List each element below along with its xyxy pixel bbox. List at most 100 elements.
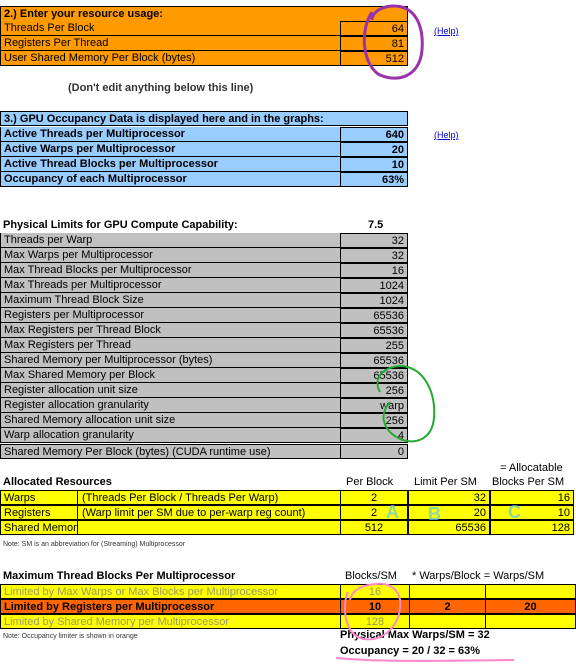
occupancy-header-row: 3.) GPU Occupancy Data is displayed here… xyxy=(0,111,408,126)
limit-row: Shared Memory per Multiprocessor (bytes)… xyxy=(0,353,408,368)
limit-label: Shared Memory per Multiprocessor (bytes) xyxy=(0,353,340,368)
limit-label: Max Registers per Thread Block xyxy=(0,323,340,338)
allocated-row: Warps (Threads Per Block / Threads Per Wa… xyxy=(0,490,576,505)
occupancy-value: 640 xyxy=(340,127,408,142)
maxblocks-warps-sm xyxy=(485,614,576,629)
limit-value: 1024 xyxy=(340,278,408,293)
limit-value: 32 xyxy=(340,233,408,248)
allocated-name: Warps xyxy=(0,490,78,505)
cuda-runtime-row: Shared Memory Per Block (bytes) (CUDA ru… xyxy=(0,444,408,459)
limit-row: Max Registers per Thread 255 xyxy=(0,338,408,353)
allocated-desc: (Threads Per Block / Threads Per Warp) xyxy=(78,490,340,505)
maxblocks-label: Limited by Max Warps or Max Blocks per M… xyxy=(0,584,341,599)
limit-value: warp xyxy=(340,398,408,413)
maxblocks-blocks: 128 xyxy=(340,614,410,629)
limit-row: Max Registers per Thread Block 65536 xyxy=(0,323,408,338)
allocatable-note: = Allocatable xyxy=(500,462,563,474)
limit-value: 256 xyxy=(340,383,408,398)
maxblocks-header-row: Maximum Thread Blocks Per Multiprocessor… xyxy=(0,569,576,584)
col-blocks-sm: Blocks/SM xyxy=(345,570,397,582)
allocated-blocks: 16 xyxy=(490,490,574,505)
allocated-row: Shared Memory (Bytes) 51265536128 xyxy=(0,520,576,535)
maxblocks-warps-sm xyxy=(485,584,576,599)
limit-value: 65536 xyxy=(340,353,408,368)
input-value-field[interactable]: 512 xyxy=(340,51,408,66)
occupancy-header: 3.) GPU Occupancy Data is displayed here… xyxy=(0,111,408,126)
limit-value: 256 xyxy=(340,413,408,428)
limit-row: Max Threads per Multiprocessor 1024 xyxy=(0,278,408,293)
limit-label: Shared Memory allocation unit size xyxy=(0,413,340,428)
input-label: Registers Per Thread xyxy=(0,36,340,51)
col-per-block: Per Block xyxy=(346,476,394,488)
limit-row: Register allocation unit size 256 xyxy=(0,383,408,398)
maxblocks-warps-sm: 20 xyxy=(485,599,576,614)
limit-value: 16 xyxy=(340,263,408,278)
cuda-runtime-value: 0 xyxy=(340,444,408,459)
limit-label: Max Warps per Multiprocessor xyxy=(0,248,340,263)
maxblocks-label: Limited by Shared Memory per Multiproces… xyxy=(0,614,341,629)
input-row: Threads Per Block 64 xyxy=(0,21,408,36)
occupancy-limiter-footnote: Note: Occupancy limiter is shown in oran… xyxy=(3,633,138,640)
limit-value: 32 xyxy=(340,248,408,263)
input-help-link[interactable]: (Help) xyxy=(434,26,459,36)
limit-label: Register allocation granularity xyxy=(0,398,340,413)
limit-row: Max Warps per Multiprocessor 32 xyxy=(0,248,408,263)
occupancy-value: 10 xyxy=(340,157,408,172)
limit-label: Max Threads per Multiprocessor xyxy=(0,278,340,293)
allocated-limit: 65536 xyxy=(408,520,490,535)
allocated-name: Shared Memory (Bytes) xyxy=(0,520,78,535)
occupancy-row: Occupancy of each Multiprocessor 63% xyxy=(0,172,408,187)
limit-row: Max Shared Memory per Block 65536 xyxy=(0,368,408,383)
col-limit-per-sm: Limit Per SM xyxy=(414,476,477,488)
input-label: Threads Per Block xyxy=(0,21,340,36)
input-value-field[interactable]: 81 xyxy=(340,36,408,51)
input-value-field[interactable]: 64 xyxy=(340,21,408,36)
limits-header-row: Physical Limits for GPU Compute Capabili… xyxy=(0,218,408,233)
maxblocks-label: Limited by Registers per Multiprocessor xyxy=(0,599,341,614)
limit-label: Maximum Thread Block Size xyxy=(0,293,340,308)
maxblocks-row: Limited by Shared Memory per Multiproces… xyxy=(0,614,576,629)
limit-label: Register allocation unit size xyxy=(0,383,340,398)
input-label: User Shared Memory Per Block (bytes) xyxy=(0,51,340,66)
limit-value: 65536 xyxy=(340,323,408,338)
occupancy-label: Active Thread Blocks per Multiprocessor xyxy=(0,157,340,172)
limit-label: Max Shared Memory per Block xyxy=(0,368,340,383)
limit-row: Threads per Warp 32 xyxy=(0,233,408,248)
limit-value: 4 xyxy=(340,428,408,443)
occupancy-row: Active Warps per Multiprocessor 20 xyxy=(0,142,408,157)
limit-row: Warp allocation granularity 4 xyxy=(0,428,408,443)
pink-underline-annotation xyxy=(335,657,515,662)
input-header: 2.) Enter your resource usage: xyxy=(0,6,408,21)
limit-value: 1024 xyxy=(340,293,408,308)
maxblocks-blocks: 10 xyxy=(340,599,410,614)
col-warps-formula: * Warps/Block = Warps/SM xyxy=(412,570,545,582)
limit-value: 65536 xyxy=(340,368,408,383)
maxblocks-blocks: 16 xyxy=(340,584,410,599)
limit-value: 255 xyxy=(340,338,408,353)
col-blocks-per-sm: Blocks Per SM xyxy=(492,476,565,488)
limiter-row: Limited by Registers per Multiprocessor 1… xyxy=(0,599,576,614)
allocated-header: Allocated Resources xyxy=(3,476,112,488)
allocated-blocks: 10 xyxy=(490,505,574,520)
input-header-row: 2.) Enter your resource usage: xyxy=(0,6,408,21)
occupancy-help-link[interactable]: (Help) xyxy=(434,130,459,140)
allocated-per-block: 2 xyxy=(340,490,408,505)
edit-note: (Don't edit anything below this line) xyxy=(68,82,254,94)
maxblocks-header: Maximum Thread Blocks Per Multiprocessor xyxy=(3,570,236,582)
occupancy-row: Active Threads per Multiprocessor 640 xyxy=(0,127,408,142)
allocated-limit: 20 xyxy=(408,505,490,520)
limit-label: Threads per Warp xyxy=(0,233,340,248)
occupancy-value: 20 xyxy=(340,142,408,157)
allocated-name: Registers xyxy=(0,505,78,520)
allocated-row: Registers (Warp limit per SM due to per-w… xyxy=(0,505,576,520)
limit-row: Registers per Multiprocessor 65536 xyxy=(0,308,408,323)
limit-label: Max Registers per Thread xyxy=(0,338,340,353)
limit-row: Register allocation granularity warp xyxy=(0,398,408,413)
occupancy-label: Active Threads per Multiprocessor xyxy=(0,127,340,142)
allocated-desc: (Warp limit per SM due to per-warp reg c… xyxy=(78,505,340,520)
limits-header: Physical Limits for GPU Compute Capabili… xyxy=(3,219,238,231)
limit-label: Max Thread Blocks per Multiprocessor xyxy=(0,263,340,278)
occupancy-formula: Occupancy = 20 / 32 = 63% xyxy=(340,645,481,657)
limit-row: Shared Memory allocation unit size 256 xyxy=(0,413,408,428)
allocated-per-block: 2 xyxy=(340,505,408,520)
